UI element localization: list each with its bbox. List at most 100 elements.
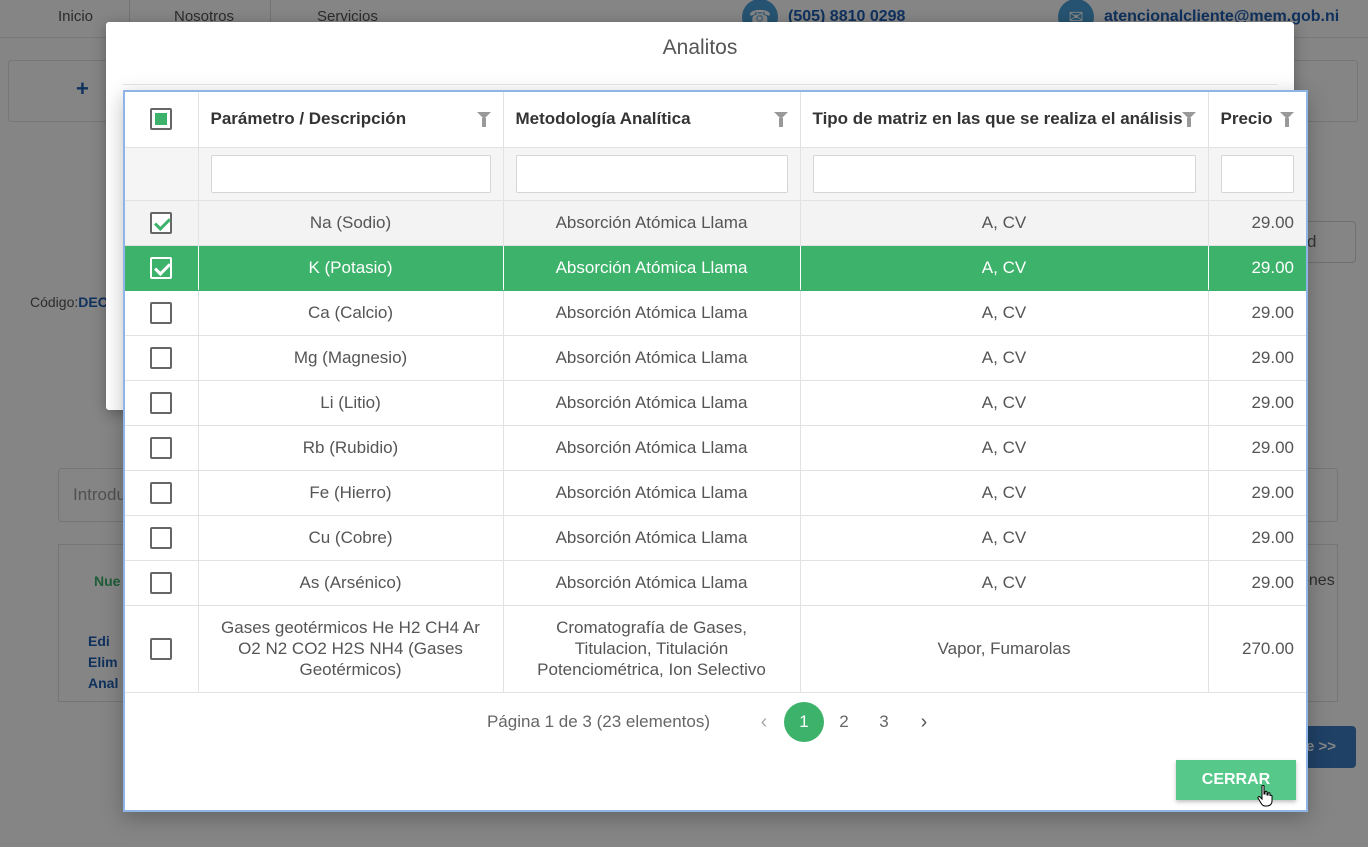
- cell-matriz: A, CV: [800, 380, 1209, 426]
- cell-parametro: Li (Litio): [198, 380, 504, 426]
- filter-row-spacer: [125, 147, 199, 201]
- cell-matriz: A, CV: [800, 560, 1209, 606]
- column-header-label: Tipo de matriz en las que se realiza el …: [812, 109, 1183, 129]
- cell-precio: 29.00: [1208, 470, 1306, 516]
- cell-matriz: A, CV: [800, 470, 1209, 516]
- row-checkbox[interactable]: [150, 571, 173, 594]
- row-select-cell[interactable]: [125, 335, 199, 381]
- filter-input-matriz[interactable]: [812, 154, 1196, 193]
- cell-matriz: A, CV: [800, 515, 1209, 561]
- row-select-cell[interactable]: [125, 200, 199, 246]
- row-checkbox[interactable]: [150, 346, 173, 369]
- table-row[interactable]: Mg (Magnesio) Absorción Atómica Llama A,…: [125, 335, 1306, 381]
- cell-metodologia: Absorción Atómica Llama: [503, 515, 801, 561]
- column-header-precio[interactable]: Precio: [1208, 92, 1306, 148]
- table-row[interactable]: Li (Litio) Absorción Atómica Llama A, CV…: [125, 380, 1306, 426]
- row-checkbox[interactable]: [150, 211, 173, 234]
- cell-matriz: Vapor, Fumarolas: [800, 605, 1209, 693]
- hand-cursor-icon: [1257, 785, 1273, 807]
- column-header-label: Precio: [1220, 109, 1273, 129]
- pager-page-3[interactable]: 3: [864, 702, 904, 742]
- column-header-metodologia[interactable]: Metodología Analítica: [503, 92, 801, 148]
- close-button[interactable]: CERRAR: [1176, 760, 1296, 800]
- filter-icon[interactable]: [476, 112, 491, 127]
- filter-input-parametro[interactable]: [210, 154, 491, 193]
- cell-metodologia: Absorción Atómica Llama: [503, 200, 801, 246]
- filter-cell: [503, 147, 801, 201]
- cell-matriz: A, CV: [800, 335, 1209, 381]
- cell-parametro: Na (Sodio): [198, 200, 504, 246]
- table-row[interactable]: Na (Sodio) Absorción Atómica Llama A, CV…: [125, 200, 1306, 246]
- row-select-cell[interactable]: [125, 425, 199, 471]
- cell-metodologia: Absorción Atómica Llama: [503, 425, 801, 471]
- pager-next-icon[interactable]: ›: [904, 711, 944, 734]
- cell-parametro: As (Arsénico): [198, 560, 504, 606]
- row-select-cell[interactable]: [125, 515, 199, 561]
- filter-icon[interactable]: [773, 112, 788, 127]
- cell-precio: 29.00: [1208, 245, 1306, 291]
- row-checkbox[interactable]: [150, 436, 173, 459]
- cell-parametro: Cu (Cobre): [198, 515, 504, 561]
- row-checkbox[interactable]: [150, 301, 173, 324]
- pager-page-2[interactable]: 2: [824, 702, 864, 742]
- pager-prev-icon[interactable]: ‹: [744, 711, 784, 734]
- filter-cell: [198, 147, 504, 201]
- modal-divider: [122, 84, 1278, 85]
- table-row[interactable]: Cu (Cobre) Absorción Atómica Llama A, CV…: [125, 515, 1306, 561]
- row-select-cell[interactable]: [125, 290, 199, 336]
- filter-cell: [800, 147, 1209, 201]
- pager: Página 1 de 3 (23 elementos) ‹ 1 2 3 ›: [125, 702, 1306, 742]
- cell-metodologia: Absorción Atómica Llama: [503, 245, 801, 291]
- table-row[interactable]: Fe (Hierro) Absorción Atómica Llama A, C…: [125, 470, 1306, 516]
- cell-parametro: Ca (Calcio): [198, 290, 504, 336]
- column-header-parametro[interactable]: Parámetro / Descripción: [198, 92, 504, 148]
- cell-parametro: Rb (Rubidio): [198, 425, 504, 471]
- filter-row: [125, 147, 1306, 201]
- cell-metodologia: Absorción Atómica Llama: [503, 560, 801, 606]
- table-row[interactable]: Ca (Calcio) Absorción Atómica Llama A, C…: [125, 290, 1306, 336]
- table-row[interactable]: Rb (Rubidio) Absorción Atómica Llama A, …: [125, 425, 1306, 471]
- column-header-label: Parámetro / Descripción: [210, 109, 407, 129]
- cell-metodologia: Absorción Atómica Llama: [503, 470, 801, 516]
- row-select-cell[interactable]: [125, 605, 199, 693]
- column-header-label: Metodología Analítica: [515, 109, 691, 129]
- cell-precio: 29.00: [1208, 515, 1306, 561]
- cell-precio: 270.00: [1208, 605, 1306, 693]
- filter-input-precio[interactable]: [1220, 154, 1294, 193]
- row-select-cell[interactable]: [125, 380, 199, 426]
- cell-precio: 29.00: [1208, 560, 1306, 606]
- cell-precio: 29.00: [1208, 335, 1306, 381]
- cell-precio: 29.00: [1208, 200, 1306, 246]
- cell-matriz: A, CV: [800, 200, 1209, 246]
- cell-parametro: K (Potasio): [198, 245, 504, 291]
- row-select-cell[interactable]: [125, 470, 199, 516]
- row-checkbox[interactable]: [150, 481, 173, 504]
- cell-metodologia: Cromatografía de Gases, Titulacion, Titu…: [503, 605, 801, 693]
- cell-parametro: Gases geotérmicos He H2 CH4 Ar O2 N2 CO2…: [198, 605, 504, 693]
- row-checkbox[interactable]: [150, 256, 173, 279]
- row-select-cell[interactable]: [125, 560, 199, 606]
- cell-matriz: A, CV: [800, 290, 1209, 336]
- filter-icon[interactable]: [1181, 112, 1196, 127]
- cell-matriz: A, CV: [800, 245, 1209, 291]
- pager-page-1[interactable]: 1: [784, 702, 825, 742]
- table-row[interactable]: As (Arsénico) Absorción Atómica Llama A,…: [125, 560, 1306, 606]
- cell-precio: 29.00: [1208, 290, 1306, 336]
- cell-precio: 29.00: [1208, 425, 1306, 471]
- row-checkbox[interactable]: [150, 391, 173, 414]
- cell-parametro: Fe (Hierro): [198, 470, 504, 516]
- column-header-matriz[interactable]: Tipo de matriz en las que se realiza el …: [800, 92, 1209, 148]
- pager-info: Página 1 de 3 (23 elementos): [486, 712, 711, 731]
- row-checkbox[interactable]: [150, 526, 173, 549]
- filter-icon[interactable]: [1280, 112, 1294, 127]
- analitos-popup: Parámetro / Descripción Metodología Anal…: [123, 90, 1308, 812]
- analitos-grid: Parámetro / Descripción Metodología Anal…: [125, 92, 1306, 693]
- row-checkbox[interactable]: [150, 637, 173, 660]
- select-all-cell[interactable]: [125, 92, 199, 148]
- row-select-cell[interactable]: [125, 245, 199, 291]
- table-row[interactable]: Gases geotérmicos He H2 CH4 Ar O2 N2 CO2…: [125, 605, 1306, 693]
- table-row-selected[interactable]: K (Potasio) Absorción Atómica Llama A, C…: [125, 245, 1306, 291]
- filter-input-metodologia[interactable]: [515, 154, 788, 193]
- select-all-checkbox[interactable]: [150, 108, 173, 131]
- cell-metodologia: Absorción Atómica Llama: [503, 335, 801, 381]
